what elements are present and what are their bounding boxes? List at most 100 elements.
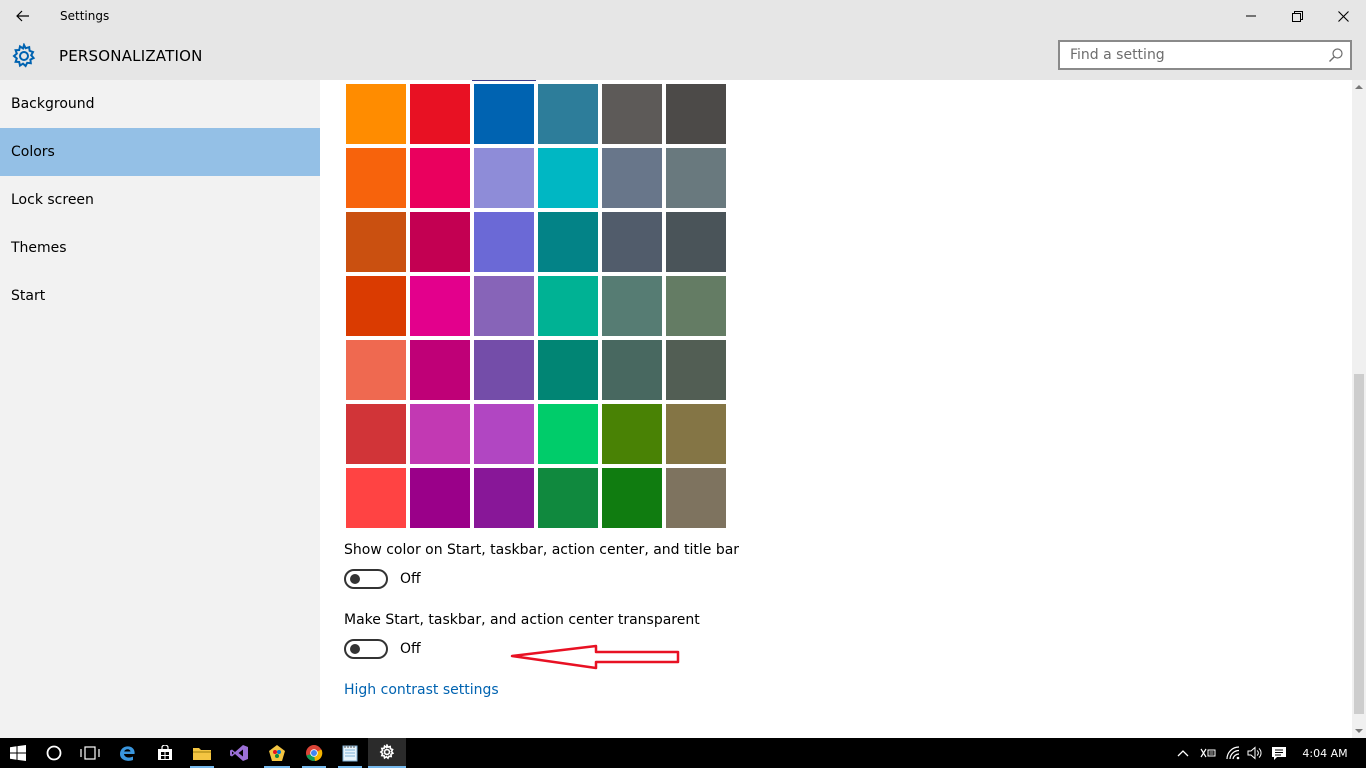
transparency-label: Make Start, taskbar, and action center t… [344,612,700,628]
color-swatch[interactable] [538,212,598,272]
color-swatch[interactable] [666,212,726,272]
search-input[interactable] [1060,42,1322,68]
color-swatch[interactable] [538,148,598,208]
color-swatch[interactable] [666,276,726,336]
chevron-up-icon [1177,750,1189,757]
start-button[interactable] [0,738,36,768]
paint-taskbar-button[interactable] [258,738,296,768]
edge-browser-icon [120,746,135,761]
scrollbar[interactable] [1352,80,1366,738]
color-swatch[interactable] [602,84,662,144]
color-swatch[interactable] [410,84,470,144]
color-swatch[interactable] [410,212,470,272]
color-swatch[interactable] [666,468,726,528]
color-swatch[interactable] [666,404,726,464]
color-swatch[interactable] [538,340,598,400]
minimize-button[interactable] [1228,0,1274,32]
app-title: Settings [60,9,110,23]
chrome-taskbar-button[interactable] [296,738,332,768]
sidebar-item-start[interactable]: Start [0,272,320,320]
color-swatch[interactable] [410,148,470,208]
color-swatch[interactable] [538,468,598,528]
color-swatch[interactable] [602,148,662,208]
color-swatch[interactable] [602,468,662,528]
color-swatch[interactable] [410,276,470,336]
color-swatch[interactable] [346,468,406,528]
color-swatch[interactable] [474,212,534,272]
show-color-state: Off [400,571,421,587]
color-swatch[interactable] [346,276,406,336]
store-icon [158,745,172,760]
taskbar-clock[interactable]: 4:04 AM [1298,738,1352,768]
back-button[interactable] [10,4,36,28]
wifi-icon [1226,746,1240,760]
page-title: PERSONALIZATION [59,47,203,65]
color-swatch[interactable] [474,276,534,336]
cortana-circle-icon [46,745,62,761]
transparency-toggle[interactable] [344,639,388,659]
cortana-button[interactable] [36,738,72,768]
color-swatch[interactable] [346,212,406,272]
toggle-knob [350,644,360,654]
color-swatch[interactable] [538,276,598,336]
color-swatch[interactable] [474,84,534,144]
sidebar-item-colors[interactable]: Colors [0,128,320,176]
color-swatch[interactable] [474,468,534,528]
scroll-thumb[interactable] [1354,374,1364,714]
sidebar-item-background[interactable]: Background [0,80,320,128]
close-button[interactable] [1320,0,1366,32]
show-color-toggle[interactable] [344,569,388,589]
color-swatch[interactable] [602,276,662,336]
file-explorer-icon [193,748,211,760]
color-swatch[interactable] [410,340,470,400]
volume-button[interactable] [1244,738,1266,768]
volume-icon [1247,746,1262,760]
color-swatch[interactable] [474,340,534,400]
sidebar-item-lock-screen[interactable]: Lock screen [0,176,320,224]
sidebar-item-label: Background [11,96,95,112]
task-view-icon [80,746,100,760]
search-box[interactable] [1058,40,1352,70]
visual-studio-taskbar-button[interactable] [220,738,258,768]
color-swatch[interactable] [410,404,470,464]
network-button[interactable] [1222,738,1244,768]
store-taskbar-button[interactable] [146,738,184,768]
sidebar-item-label: Start [11,288,46,304]
color-swatch[interactable] [538,404,598,464]
color-swatch[interactable] [602,404,662,464]
color-swatch[interactable] [474,148,534,208]
input-indicator[interactable] [1196,738,1220,768]
settings-taskbar-button[interactable] [368,738,406,768]
show-hidden-icons-button[interactable] [1172,738,1194,768]
high-contrast-link[interactable]: High contrast settings [344,682,499,698]
page-header: PERSONALIZATION [0,32,1366,80]
color-swatch[interactable] [602,340,662,400]
color-swatch[interactable] [346,148,406,208]
color-swatch[interactable] [346,340,406,400]
color-swatch[interactable] [346,84,406,144]
color-swatch[interactable] [474,404,534,464]
restore-button[interactable] [1274,0,1320,32]
scroll-up-button[interactable] [1352,80,1366,94]
color-swatch[interactable] [666,84,726,144]
red-arrow-annotation [510,644,680,670]
edge-taskbar-button[interactable] [108,738,146,768]
scroll-down-button[interactable] [1352,724,1366,738]
sidebar-item-themes[interactable]: Themes [0,224,320,272]
action-center-icon [1272,746,1286,760]
sidebar-item-label: Colors [11,144,55,160]
color-swatch[interactable] [666,148,726,208]
color-swatch[interactable] [666,340,726,400]
color-swatch[interactable] [538,84,598,144]
action-center-button[interactable] [1268,738,1290,768]
color-swatch[interactable] [602,212,662,272]
restore-icon [1291,10,1303,22]
notepad-taskbar-button[interactable] [332,738,368,768]
color-swatch[interactable] [346,404,406,464]
search-icon[interactable] [1328,47,1344,63]
minimize-icon [1246,15,1256,17]
file-explorer-taskbar-button[interactable] [184,738,220,768]
chevron-up-icon [1355,85,1363,89]
color-swatch[interactable] [410,468,470,528]
task-view-button[interactable] [72,738,108,768]
